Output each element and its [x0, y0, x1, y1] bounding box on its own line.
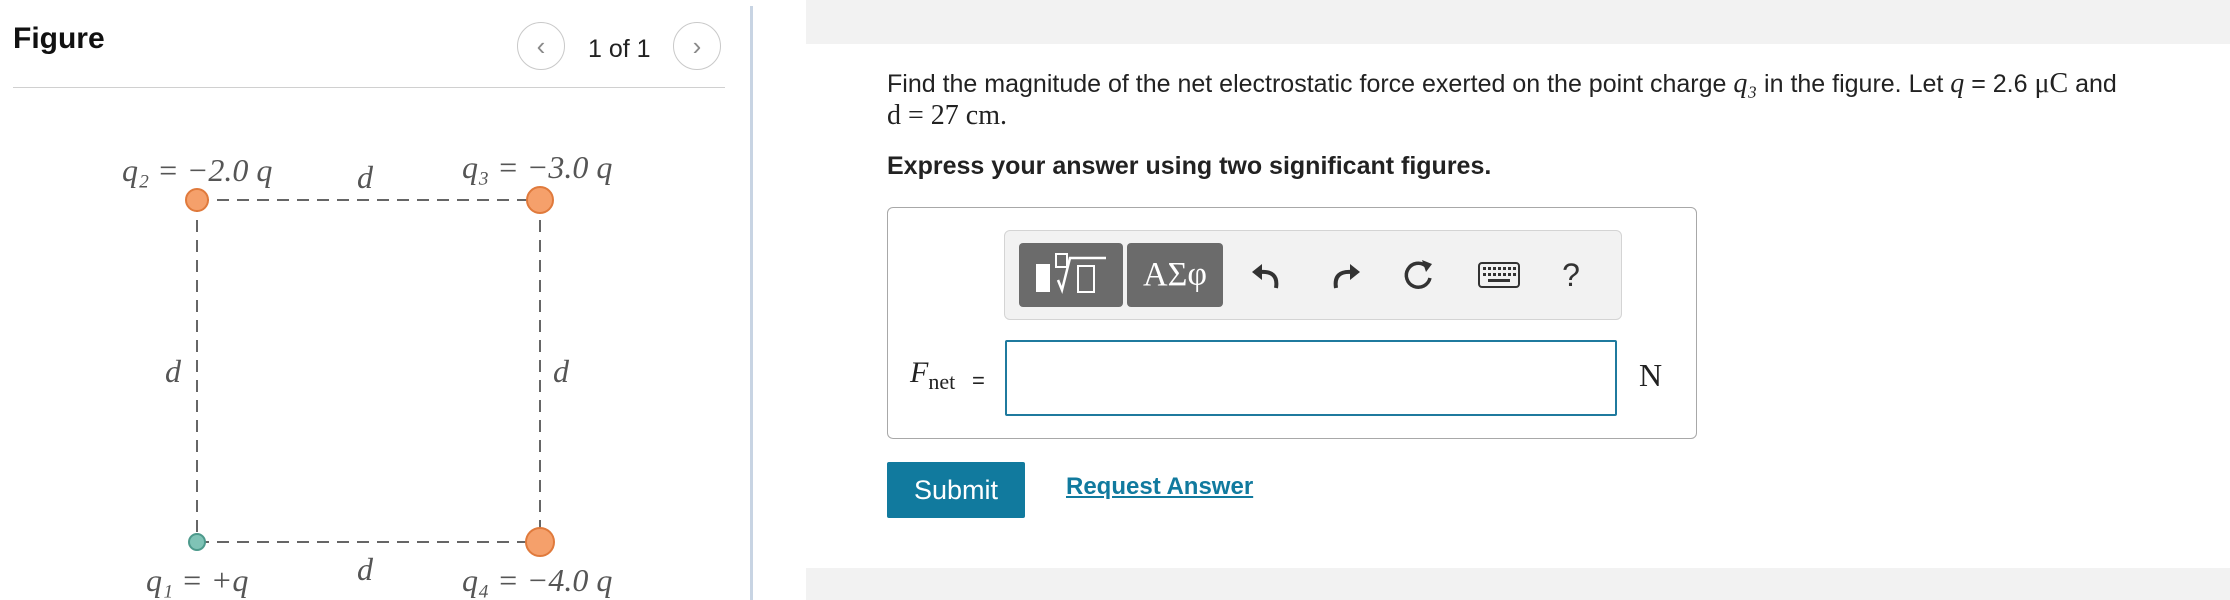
variable-subscript: net — [928, 369, 956, 394]
label-d-right: d — [553, 353, 570, 389]
q3-symbol: q₃ — [1733, 68, 1758, 99]
equals-sign: = — [972, 368, 985, 393]
label-d-bottom: d — [357, 551, 374, 587]
reset-button[interactable] — [1397, 253, 1441, 297]
reset-icon — [1404, 260, 1432, 289]
redo-icon — [1333, 264, 1360, 289]
charge-q3 — [526, 186, 554, 214]
and-word: and — [2068, 70, 2117, 98]
request-answer-link[interactable]: Request Answer — [1066, 473, 1253, 501]
footer-band — [806, 568, 2230, 600]
charge-diagram: q₂ = −2.0 q q₃ = −3.0 q q₁ = +q q₄ = −4.… — [122, 149, 612, 598]
panel-divider[interactable] — [750, 6, 753, 600]
keyboard-icon — [1478, 262, 1520, 288]
keyboard-button[interactable] — [1471, 253, 1527, 297]
label-d-left: d — [165, 353, 182, 389]
redo-button[interactable] — [1323, 253, 1367, 297]
question-text: Find the magnitude of the net electrosta… — [887, 68, 2187, 132]
label-d-top: d — [357, 159, 374, 195]
charge-q4 — [525, 527, 555, 557]
label-q4: q₄ = −4.0 q — [462, 562, 612, 598]
variable-label: Fnet — [910, 356, 955, 395]
variable-main: F — [910, 356, 929, 389]
symbols-button[interactable]: ΑΣφ — [1127, 243, 1223, 307]
q-value: = 2.6 — [1964, 70, 2035, 98]
charge-q2 — [185, 188, 209, 212]
undo-icon — [1252, 264, 1279, 289]
d-expression: d = 27 cm. — [887, 100, 1007, 131]
submit-button[interactable]: Submit — [887, 462, 1025, 518]
instruction-text: Express your answer using two significan… — [887, 152, 1492, 180]
undo-button[interactable] — [1245, 253, 1289, 297]
label-q3: q₃ = −3.0 q — [462, 149, 612, 185]
label-q1: q₁ = +q — [146, 562, 248, 598]
question-header-band — [806, 0, 2230, 44]
answer-input[interactable] — [1005, 340, 1617, 416]
question-text-part1: Find the magnitude of the net electrosta… — [887, 70, 1734, 98]
question-text-part2: in the figure. Let — [1757, 70, 1951, 98]
help-button[interactable]: ? — [1549, 253, 1593, 297]
q-unit: μC — [2034, 68, 2069, 99]
label-q2: q₂ = −2.0 q — [122, 152, 272, 188]
templates-icon — [1036, 253, 1106, 295]
q-symbol: q — [1950, 68, 1965, 99]
answer-unit: N — [1639, 357, 1663, 393]
templates-button[interactable] — [1019, 243, 1123, 307]
math-toolbar: ΑΣφ ? — [1004, 230, 1622, 320]
figure-panel: Figure ‹ 1 of 1 › q₂ = −2.0 q q₃ = −3.0 … — [0, 0, 752, 600]
charge-q1 — [188, 533, 206, 551]
